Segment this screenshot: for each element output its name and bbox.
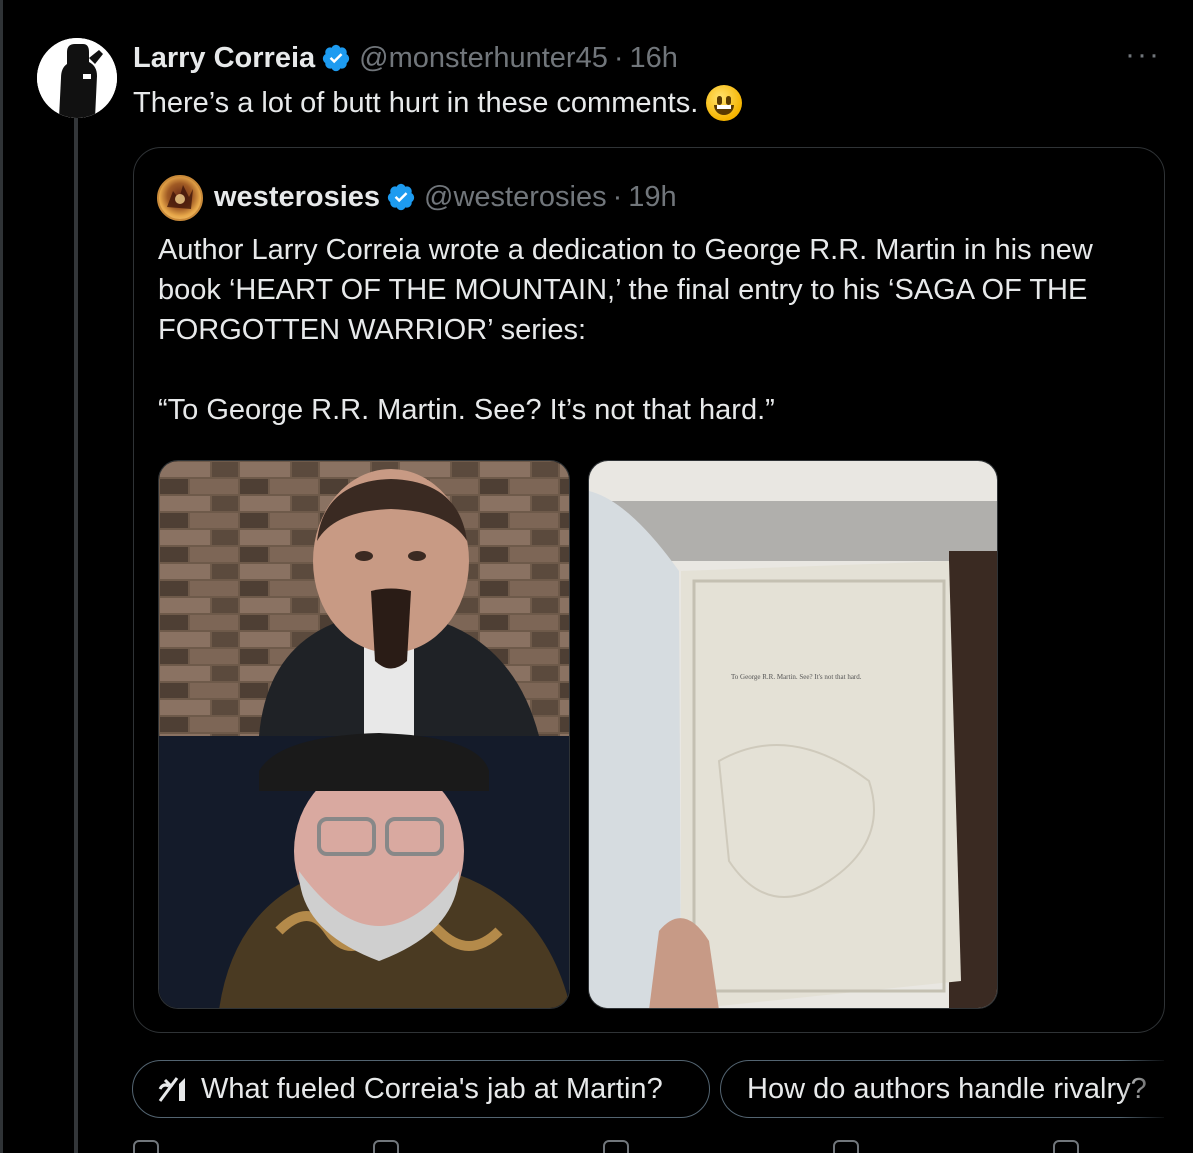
grinning-face-emoji-icon xyxy=(706,85,743,121)
media-photo-book-dedication[interactable]: To George R.R. Martin. See? It's not tha… xyxy=(588,460,998,1009)
views-icon[interactable] xyxy=(833,1140,859,1153)
portraits-image xyxy=(159,461,569,1008)
suggestion-chip-1[interactable]: What fueled Correia's jab at Martin? xyxy=(132,1060,710,1118)
quoted-header-separator: · xyxy=(612,180,623,213)
suggestion-label-2: How do authors handle rivalry? xyxy=(747,1072,1147,1105)
book-dedication-text: To George R.R. Martin. See? It's not tha… xyxy=(731,673,862,681)
grok-icon xyxy=(158,1077,185,1102)
reply-icon[interactable] xyxy=(133,1140,159,1153)
tweet-body: There’s a lot of butt hurt in these comm… xyxy=(133,87,699,119)
author-avatar[interactable] xyxy=(37,38,117,118)
quoted-paragraph-2: “To George R.R. Martin. See? It’s not th… xyxy=(158,394,775,426)
media-photo-portraits[interactable] xyxy=(158,460,570,1009)
author-handle[interactable]: @monsterhunter45 xyxy=(359,42,608,75)
quoted-tweet-header: westerosies @westerosies · 19h xyxy=(214,177,677,217)
verified-badge-icon xyxy=(323,44,350,72)
chip-scroll-fade xyxy=(1120,1058,1193,1120)
tweet-text: There’s a lot of butt hurt in these comm… xyxy=(133,84,743,122)
author-display-name[interactable]: Larry Correia xyxy=(133,42,315,75)
quoted-tweet-text: Author Larry Correia wrote a dedication … xyxy=(158,230,1148,430)
book-page-image: To George R.R. Martin. See? It's not tha… xyxy=(589,461,997,1008)
suggestion-label-1: What fueled Correia's jab at Martin? xyxy=(201,1072,663,1105)
verified-badge-icon xyxy=(387,183,415,211)
like-icon[interactable] xyxy=(603,1140,629,1153)
suggestion-chip-2[interactable]: How do authors handle rivalry? xyxy=(720,1060,1164,1118)
tweet-timestamp[interactable]: 16h xyxy=(630,42,678,75)
quoted-display-name[interactable]: westerosies xyxy=(214,181,380,214)
tweet-header: Larry Correia @monsterhunter45 · 16h xyxy=(133,38,678,78)
bookmark-icon[interactable] xyxy=(1053,1140,1079,1153)
quoted-paragraph-1: Author Larry Correia wrote a dedication … xyxy=(158,234,1093,346)
dragon-emblem-icon xyxy=(167,185,193,209)
tweet-action-bar xyxy=(133,1140,1173,1153)
thread-connector-line xyxy=(74,118,78,1153)
more-options-icon[interactable]: ··· xyxy=(1125,38,1161,72)
header-separator: · xyxy=(613,41,624,74)
column-border xyxy=(0,0,3,1153)
retweet-icon[interactable] xyxy=(373,1140,399,1153)
quoted-timestamp[interactable]: 19h xyxy=(628,181,676,214)
quoted-author-avatar[interactable] xyxy=(157,175,203,221)
silhouette-avatar-icon xyxy=(37,38,117,118)
quoted-handle[interactable]: @westerosies xyxy=(424,181,607,214)
